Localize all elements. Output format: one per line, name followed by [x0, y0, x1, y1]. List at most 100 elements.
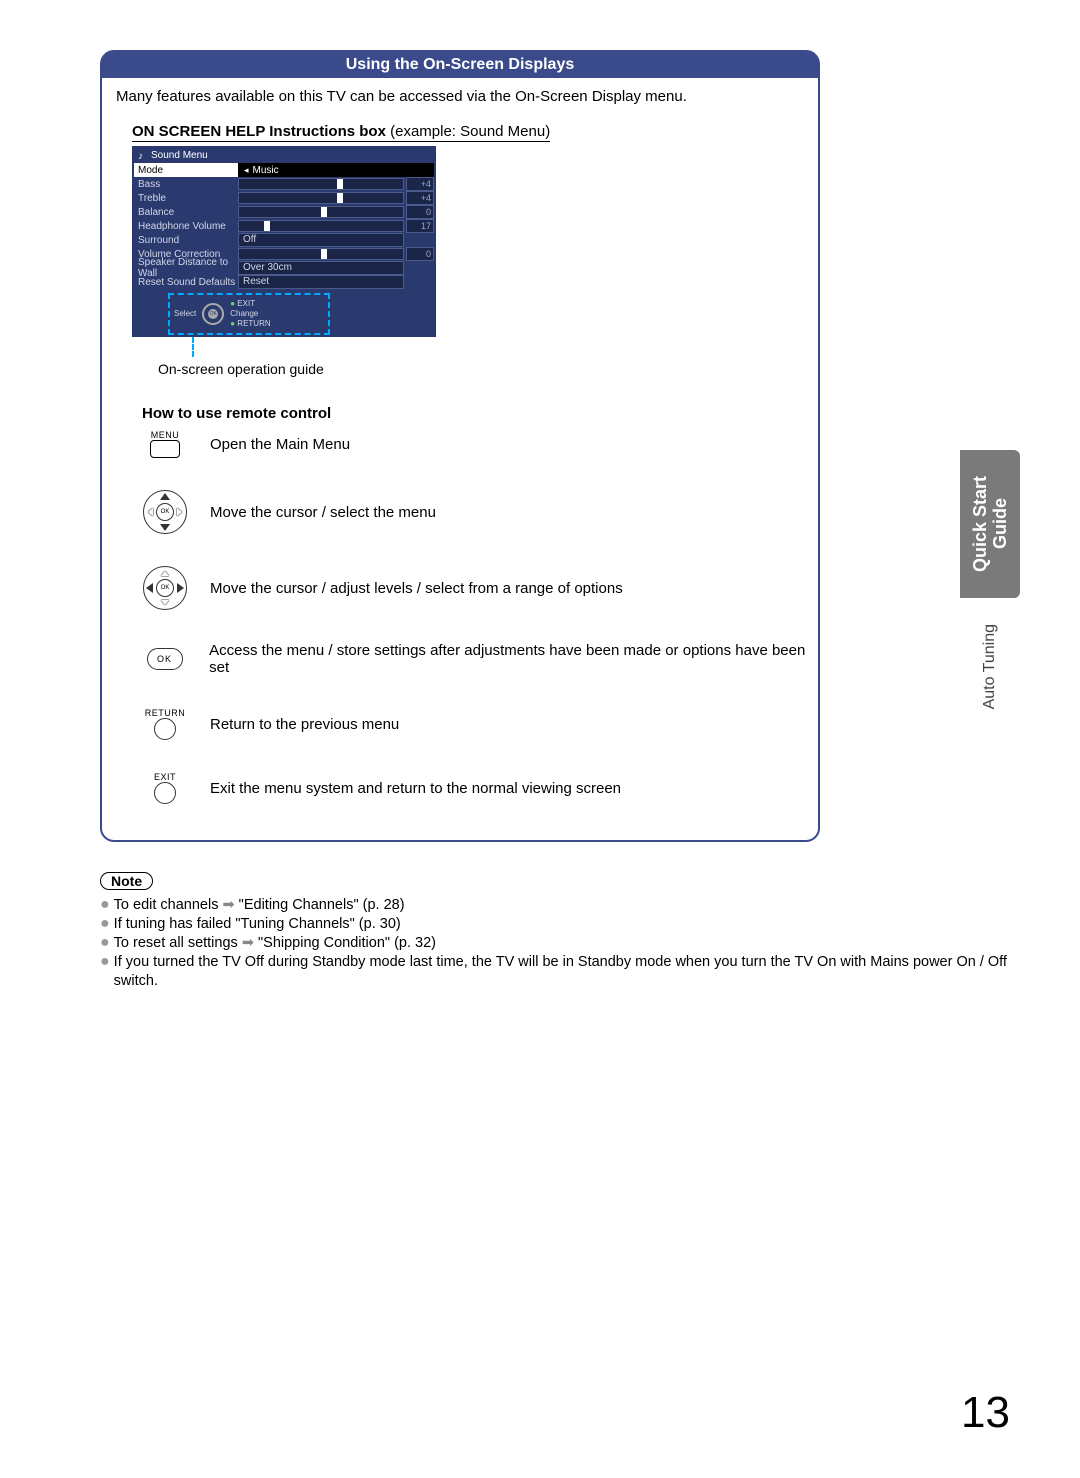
remote-row-dpad-leftright: OK Move the cursor / adjust levels / sel… [142, 566, 818, 610]
menu-field: Over 30cm [238, 261, 434, 275]
triangle-left-filled-icon [146, 583, 153, 593]
sound-menu-title-row: Sound Menu [134, 148, 434, 163]
menu-field: +4 [238, 177, 434, 191]
note-item-3: ● To reset all settings ➡ "Shipping Cond… [100, 934, 1020, 953]
dpad-leftright-desc: Move the cursor / adjust levels / select… [210, 580, 623, 597]
help-heading: ON SCREEN HELP Instructions box (example… [102, 109, 818, 140]
menu-mode-text: Music [253, 165, 279, 176]
note-list: ● To edit channels ➡ "Editing Channels" … [100, 896, 1020, 991]
return-button-icon [154, 718, 176, 740]
dashed-leader [192, 337, 214, 357]
triangle-right-filled-icon [177, 583, 184, 593]
bullet-icon: ● [100, 934, 110, 952]
note-pill: Note [100, 872, 153, 890]
menu-label: Treble [134, 193, 238, 204]
menu-text-value: Over 30cm [238, 261, 404, 275]
menu-button-icon [150, 440, 180, 458]
menu-value: 17 [406, 219, 434, 233]
slider-track [238, 178, 404, 190]
menu-field: 0 [238, 205, 434, 219]
return-desc: Return to the previous menu [210, 716, 399, 733]
menu-label: Headphone Volume [134, 221, 238, 232]
operation-guide-box: Select OK ● EXIT Change ● RETURN [168, 293, 330, 335]
remote-row-ok: OK Access the menu / store settings afte… [142, 642, 818, 676]
note-item-4: ● If you turned the TV Off during Standb… [100, 953, 1020, 991]
exit-button-icon [154, 782, 176, 804]
panel-title: Using the On-Screen Displays [102, 52, 818, 78]
help-heading-bold: ON SCREEN HELP Instructions box [132, 123, 386, 140]
side-tabs: Quick StartGuide Auto Tuning [960, 450, 1020, 717]
menu-text-value: Reset [238, 275, 404, 289]
guide-exit: ● EXIT [230, 299, 270, 309]
menu-field: Reset [238, 275, 434, 289]
triangle-up-hollow-icon [161, 571, 169, 576]
slider-thumb [321, 207, 327, 217]
return-button-label: RETURN [145, 708, 186, 718]
menu-row: Reset Sound DefaultsReset [134, 275, 434, 289]
triangle-down-hollow-icon [161, 600, 169, 605]
slider-track [238, 220, 404, 232]
menu-label: Surround [134, 235, 238, 246]
menu-row-mode: Mode Music [134, 163, 434, 177]
menu-button-label: MENU [151, 430, 180, 440]
arrow-right-icon: ➡ [242, 935, 254, 951]
slider-thumb [264, 221, 270, 231]
dpad-updown-icon: OK [143, 490, 187, 534]
menu-row: Balance 0 [134, 205, 434, 219]
menu-row: SurroundOff [134, 233, 434, 247]
menu-value-mode: Music [238, 163, 434, 177]
exit-button-label: EXIT [154, 772, 176, 782]
remote-row-exit: EXIT Exit the menu system and return to … [142, 772, 818, 804]
menu-field: 0 [238, 247, 434, 261]
sound-menu-title: Sound Menu [151, 150, 208, 161]
remote-row-dpad-updown: OK Move the cursor / select the menu [142, 490, 818, 534]
guide-select: Select [174, 309, 196, 319]
help-heading-example: (example: Sound Menu) [386, 123, 550, 140]
menu-value: 0 [406, 247, 434, 261]
slider-thumb [321, 249, 327, 259]
dpad-updown-desc: Move the cursor / select the menu [210, 504, 436, 521]
dpad-leftright-icon: OK [143, 566, 187, 610]
menu-row: Treble+4 [134, 191, 434, 205]
exit-desc: Exit the menu system and return to the n… [210, 780, 621, 797]
menu-label: Reset Sound Defaults [134, 277, 238, 288]
slider-thumb [337, 193, 343, 203]
menu-label: Bass [134, 179, 238, 190]
arrow-right-icon: ➡ [223, 897, 235, 913]
menu-field: 17 [238, 219, 434, 233]
ok-button-icon: OK [147, 648, 183, 670]
menu-label: Balance [134, 207, 238, 218]
bullet-icon: ● [100, 915, 110, 933]
triangle-up-icon [160, 493, 170, 500]
remote-row-menu: MENU Open the Main Menu [142, 430, 818, 458]
menu-text-value: Off [238, 233, 404, 247]
menu-desc: Open the Main Menu [210, 436, 350, 453]
howto-heading: How to use remote control [142, 405, 818, 422]
menu-value: +4 [406, 177, 434, 191]
slider-track [238, 192, 404, 204]
guide-return: ● RETURN [230, 319, 270, 329]
triangle-left-icon [148, 508, 153, 516]
menu-row: Headphone Volume 17 [134, 219, 434, 233]
bullet-icon: ● [100, 953, 110, 971]
ok-ring-icon: OK [202, 303, 224, 325]
tab-quick-start-guide: Quick StartGuide [960, 450, 1020, 598]
guide-change: Change [230, 309, 270, 319]
menu-field: +4 [238, 191, 434, 205]
note-item-1: ● To edit channels ➡ "Editing Channels" … [100, 896, 1020, 915]
ok-desc: Access the menu / store settings after a… [209, 642, 818, 676]
triangle-right-icon [177, 508, 182, 516]
ok-center-icon: OK [208, 309, 218, 319]
menu-row: Bass +4 [134, 177, 434, 191]
slider-track [238, 206, 404, 218]
left-arrow-icon [244, 165, 253, 176]
menu-row: Speaker Distance to WallOver 30cm [134, 261, 434, 275]
slider-track [238, 248, 404, 260]
menu-value: 0 [406, 205, 434, 219]
remote-row-return: RETURN Return to the previous menu [142, 708, 818, 740]
operation-guide-caption: On-screen operation guide [158, 361, 818, 377]
intro-text: Many features available on this TV can b… [102, 78, 818, 109]
note-item-2: ● If tuning has failed "Tuning Channels"… [100, 915, 1020, 934]
menu-field: Off [238, 233, 434, 247]
tab-auto-tuning: Auto Tuning [976, 616, 1004, 717]
